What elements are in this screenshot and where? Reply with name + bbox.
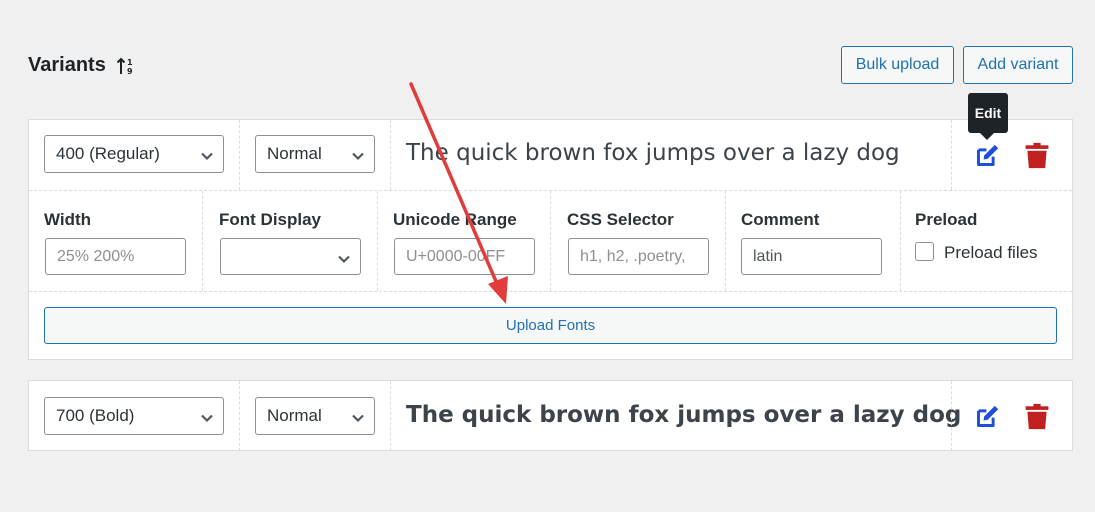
font-weight-value: 700 (Bold) bbox=[56, 406, 135, 425]
variant-summary-row: 700 (Bold) Normal The quick brown fox ju… bbox=[29, 381, 1072, 451]
font-weight-select[interactable]: 400 (Regular) bbox=[44, 135, 224, 173]
font-weight-value: 400 (Regular) bbox=[56, 144, 160, 163]
font-weight-select[interactable]: 700 (Bold) bbox=[44, 397, 224, 435]
bulk-upload-button[interactable]: Bulk upload bbox=[841, 46, 954, 84]
divider bbox=[900, 191, 901, 291]
divider bbox=[377, 191, 378, 291]
divider bbox=[202, 191, 203, 291]
divider bbox=[725, 191, 726, 291]
add-variant-button[interactable]: Add variant bbox=[963, 46, 1073, 84]
svg-text:9: 9 bbox=[127, 67, 133, 76]
preload-files-label[interactable]: Preload files bbox=[944, 243, 1038, 263]
variants-header: Variants 1 9 Bulk upload Add variant bbox=[28, 46, 1073, 84]
font-style-value: Normal bbox=[267, 406, 322, 425]
width-label: Width bbox=[44, 210, 92, 229]
comment-label: Comment bbox=[741, 210, 820, 229]
divider bbox=[951, 120, 952, 190]
unicode-range-label: Unicode Range bbox=[393, 210, 517, 229]
font-style-value: Normal bbox=[267, 144, 322, 163]
divider bbox=[951, 381, 952, 451]
variant-summary-row: 400 (Regular) Normal The quick brown fox… bbox=[29, 120, 1072, 190]
page-title: Variants 1 9 bbox=[28, 54, 136, 77]
font-display-label: Font Display bbox=[219, 210, 322, 229]
width-input[interactable]: 25% 200% bbox=[45, 238, 186, 275]
variant-card-regular: 400 (Regular) Normal The quick brown fox… bbox=[28, 119, 1073, 360]
tooltip-pointer bbox=[980, 133, 994, 140]
comment-input[interactable]: latin bbox=[741, 238, 882, 275]
font-style-select[interactable]: Normal bbox=[255, 135, 375, 173]
unicode-range-input[interactable]: U+0000-00FF bbox=[394, 238, 535, 275]
chevron-down-icon bbox=[200, 410, 214, 430]
svg-text:1: 1 bbox=[127, 58, 133, 67]
edit-tooltip: Edit bbox=[968, 93, 1008, 133]
chevron-down-icon bbox=[200, 148, 214, 168]
preload-label: Preload bbox=[915, 210, 978, 229]
sort-arrows-icon[interactable]: 1 9 bbox=[116, 56, 136, 76]
upload-fonts-button[interactable]: Upload Fonts bbox=[44, 307, 1057, 344]
chevron-down-icon bbox=[351, 410, 365, 430]
variants-title: Variants bbox=[28, 54, 106, 76]
trash-icon[interactable] bbox=[1025, 142, 1049, 169]
edit-icon[interactable] bbox=[974, 142, 1001, 169]
edit-icon[interactable] bbox=[974, 403, 1001, 430]
divider bbox=[29, 291, 1072, 292]
trash-icon[interactable] bbox=[1025, 403, 1049, 430]
variant-card-bold: 700 (Bold) Normal The quick brown fox ju… bbox=[28, 380, 1073, 451]
divider bbox=[550, 191, 551, 291]
css-selector-label: CSS Selector bbox=[567, 210, 674, 229]
preload-files-checkbox[interactable] bbox=[915, 242, 934, 261]
divider bbox=[239, 381, 240, 451]
chevron-down-icon bbox=[337, 251, 351, 271]
chevron-down-icon bbox=[351, 148, 365, 168]
divider bbox=[390, 120, 391, 190]
divider bbox=[239, 120, 240, 190]
font-preview-text: The quick brown fox jumps over a lazy do… bbox=[406, 402, 962, 428]
font-preview-text: The quick brown fox jumps over a lazy do… bbox=[406, 140, 900, 166]
divider bbox=[390, 381, 391, 451]
font-display-select[interactable] bbox=[220, 238, 361, 275]
css-selector-input[interactable]: h1, h2, .poetry, bbox=[568, 238, 709, 275]
font-style-select[interactable]: Normal bbox=[255, 397, 375, 435]
